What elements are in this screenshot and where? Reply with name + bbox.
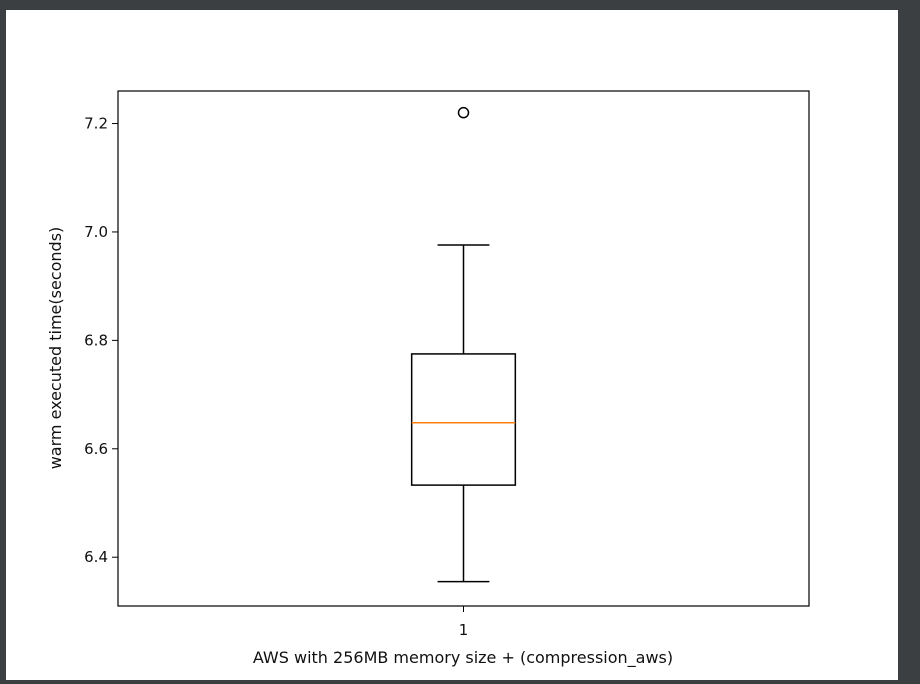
box-plot-chart: 6.4 6.6 6.8 7.0 7.2 1 AWS with 256MB memory … xyxy=(46,90,810,668)
y-tick-label: 6.8 xyxy=(84,331,108,349)
iqr-box xyxy=(410,353,517,486)
y-tick-label: 6.6 xyxy=(84,440,108,458)
figure-panel: 6.4 6.6 6.8 7.0 7.2 1 AWS with 256MB memory … xyxy=(6,10,898,680)
y-axis-ticks: 6.4 6.6 6.8 7.0 7.2 xyxy=(84,115,118,566)
x-axis-title: AWS with 256MB memory size + (compressio… xyxy=(253,648,673,668)
outlier-point xyxy=(457,106,470,119)
y-tick-label: 7.2 xyxy=(84,115,108,133)
y-axis-title: warm executed time(seconds) xyxy=(46,227,65,470)
x-axis-ticks: 1 xyxy=(459,606,469,639)
box-series xyxy=(410,106,517,583)
y-tick-label: 6.4 xyxy=(84,548,108,566)
x-tick-label: 1 xyxy=(459,621,469,639)
y-tick-label: 7.0 xyxy=(84,223,108,241)
